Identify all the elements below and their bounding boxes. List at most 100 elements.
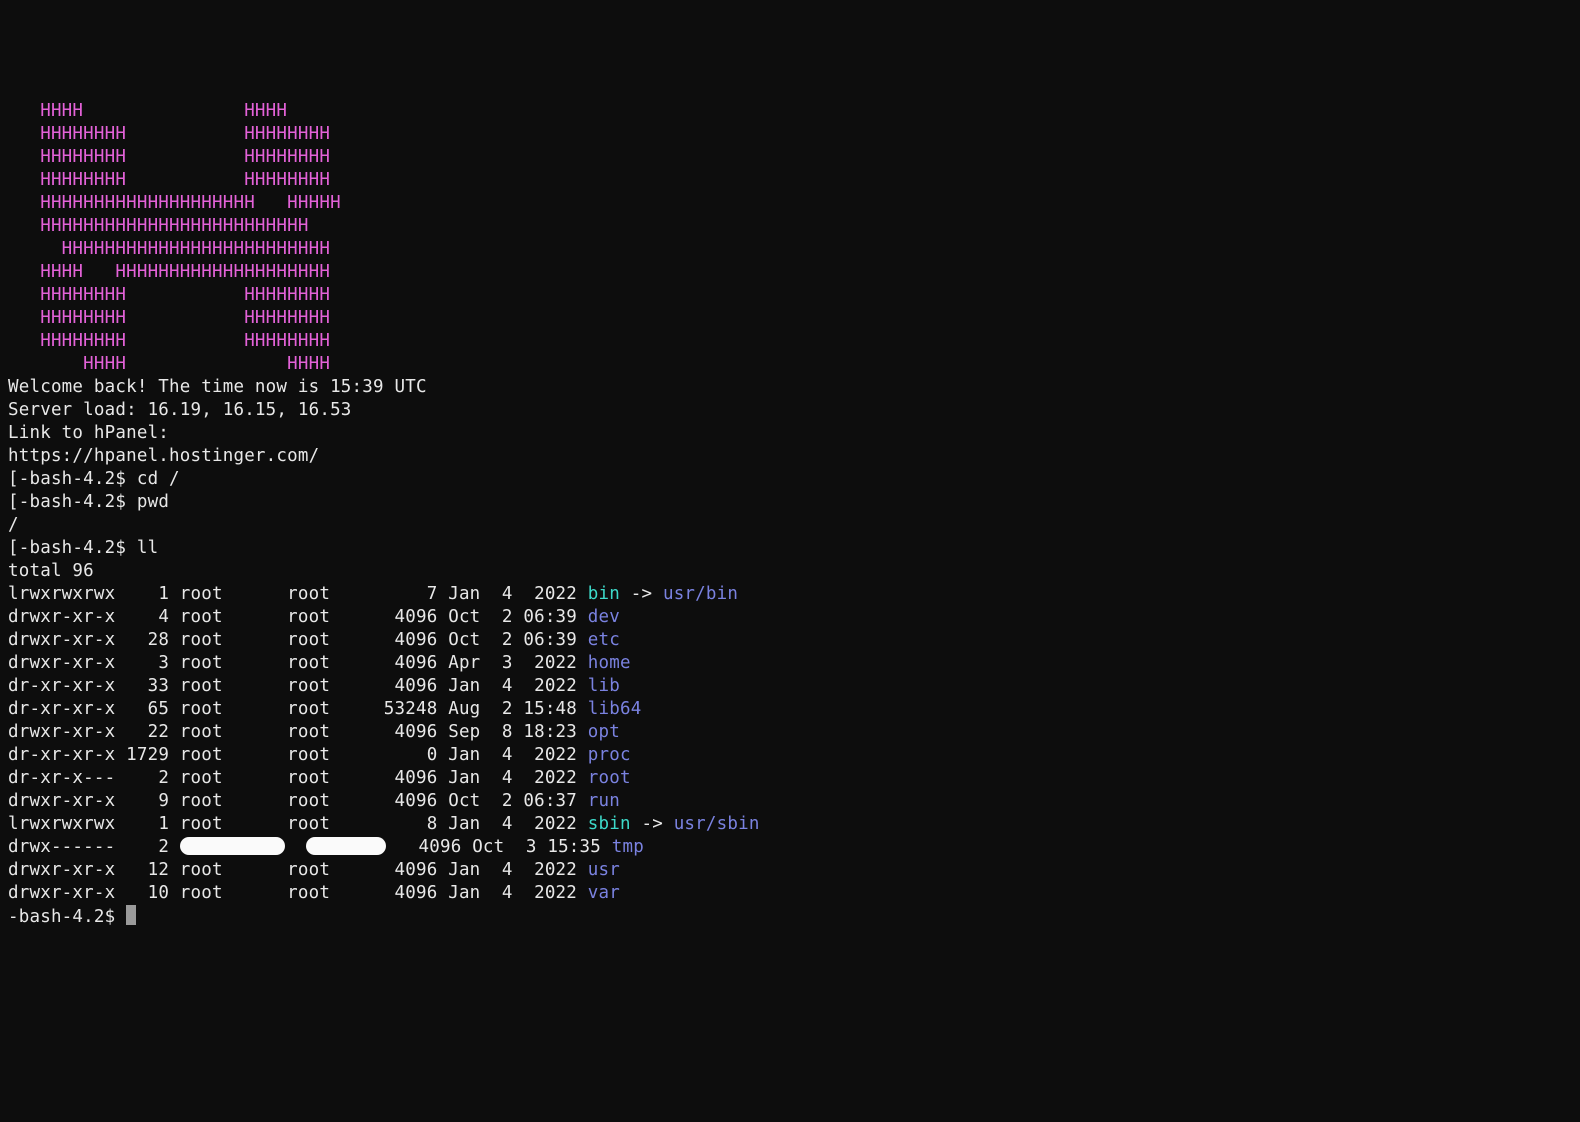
file-owner: root [180,722,287,742]
file-group: root [287,630,384,650]
file-date: Oct 2 06:37 [448,791,588,811]
file-owner: root [180,860,287,880]
link-count: 4 [126,607,180,627]
link-count: 2 [126,837,180,857]
file-name: var [588,883,620,903]
file-group: root [287,791,384,811]
link-count: 12 [126,860,180,880]
file-permissions: lrwxrwxrwx [8,814,126,834]
ascii-logo-text: HHHHHHHH HHHHHHHH [8,285,330,305]
file-name: usr [588,860,620,880]
file-name: proc [588,745,631,765]
link-count: 3 [126,653,180,673]
command-ll: ll [137,538,158,558]
file-owner: root [180,791,287,811]
ll-row: dr-xr-xr-x 1729 root root 0 Jan 4 2022 p… [8,744,1572,767]
file-name: dev [588,607,620,627]
file-date: Jan 4 2022 [448,584,588,604]
file-date: Jan 4 2022 [448,883,588,903]
symlink-arrow: -> [631,814,674,834]
file-permissions: drwxr-xr-x [8,607,126,627]
file-date: Jan 4 2022 [448,860,588,880]
link-count: 33 [126,676,180,696]
file-size: 4096 [384,860,448,880]
file-owner: root [180,883,287,903]
file-owner: root [180,768,287,788]
file-size: 4096 [384,791,448,811]
file-date: Aug 2 15:48 [448,699,588,719]
symlink-target: usr/sbin [674,814,760,834]
motd-welcome: Welcome back! The time now is 15:39 UTC [8,376,1572,399]
prompt-line: [-bash-4.2$ cd / [8,468,1572,491]
motd-load: Server load: 16.19, 16.15, 16.53 [8,399,1572,422]
ascii-logo-text: HHHHHHHH HHHHHHHH [8,147,330,167]
ascii-logo-line: HHHHHHHH HHHHHHHH [8,330,1572,353]
ll-row: lrwxrwxrwx 1 root root 7 Jan 4 2022 bin … [8,583,1572,606]
file-size: 4096 [408,837,472,857]
pwd-output-text: / [8,515,19,535]
file-owner: root [180,676,287,696]
motd-load-text: Server load: 16.19, 16.15, 16.53 [8,400,352,420]
shell-prompt: [-bash-4.2$ [8,492,137,512]
symlink-target: usr/bin [663,584,738,604]
file-date: Oct 3 15:35 [472,837,612,857]
file-name: lib [588,676,620,696]
file-size: 53248 [384,699,448,719]
prompt-line: [-bash-4.2$ ll [8,537,1572,560]
cursor[interactable] [126,905,136,925]
file-permissions: drwxr-xr-x [8,722,126,742]
file-date: Jan 4 2022 [448,676,588,696]
redacted-owner [180,837,285,855]
file-owner: root [180,584,287,604]
file-date: Jan 4 2022 [448,814,588,834]
file-group: root [287,607,384,627]
ascii-logo-text: HHHH HHHH [8,354,330,374]
ll-row: drwxr-xr-x 22 root root 4096 Sep 8 18:23… [8,721,1572,744]
file-name: sbin [588,814,631,834]
file-permissions: dr-xr-xr-x [8,676,126,696]
file-permissions: dr-xr-xr-x [8,745,126,765]
link-count: 65 [126,699,180,719]
file-group: root [287,768,384,788]
file-owner: root [180,607,287,627]
motd-link-label: Link to hPanel: [8,422,1572,445]
file-name: lib64 [588,699,642,719]
ascii-logo-text: HHHHHHHHHHHHHHHHHHHH HHHHH [8,193,341,213]
symlink-arrow: -> [620,584,663,604]
pwd-output: / [8,514,1572,537]
prompt-line: [-bash-4.2$ pwd [8,491,1572,514]
file-owner: root [180,699,287,719]
file-permissions: drwxr-xr-x [8,791,126,811]
ascii-logo-text: HHHH HHHHHHHHHHHHHHHHHHHH [8,262,330,282]
ascii-logo-text: HHHHHHHHHHHHHHHHHHHHHHHHH [8,216,309,236]
ascii-logo-text: HHHHHHHHHHHHHHHHHHHHHHHHH [8,239,330,259]
file-size: 4096 [384,607,448,627]
ll-total-text: total 96 [8,561,94,581]
file-size: 4096 [384,883,448,903]
file-name: opt [588,722,620,742]
ll-row: drwxr-xr-x 4 root root 4096 Oct 2 06:39 … [8,606,1572,629]
file-owner: root [180,630,287,650]
file-name: root [588,768,631,788]
ll-row: lrwxrwxrwx 1 root root 8 Jan 4 2022 sbin… [8,813,1572,836]
file-size: 4096 [384,722,448,742]
link-count: 1 [126,584,180,604]
file-permissions: drwxr-xr-x [8,860,126,880]
ascii-logo-text: HHHHHHHH HHHHHHHH [8,170,330,190]
link-count: 1 [126,814,180,834]
ascii-logo-line: HHHHHHHHHHHHHHHHHHHH HHHHH [8,192,1572,215]
file-name: run [588,791,620,811]
link-count: 9 [126,791,180,811]
ascii-logo-line: HHHHHHHH HHHHHHHH [8,169,1572,192]
file-owner: root [180,814,287,834]
file-date: Jan 4 2022 [448,768,588,788]
file-group: root [287,883,384,903]
terminal-output[interactable]: HHHH HHHH HHHHHHHH HHHHHHHH HHHHHHHH HHH… [8,100,1572,929]
shell-prompt: -bash-4.2$ [8,907,126,927]
link-count: 1729 [126,745,180,765]
ll-row: drwxr-xr-x 12 root root 4096 Jan 4 2022 … [8,859,1572,882]
file-owner: root [180,745,287,765]
link-count: 22 [126,722,180,742]
motd-link-label-text: Link to hPanel: [8,423,169,443]
command-cd: cd / [137,469,180,489]
